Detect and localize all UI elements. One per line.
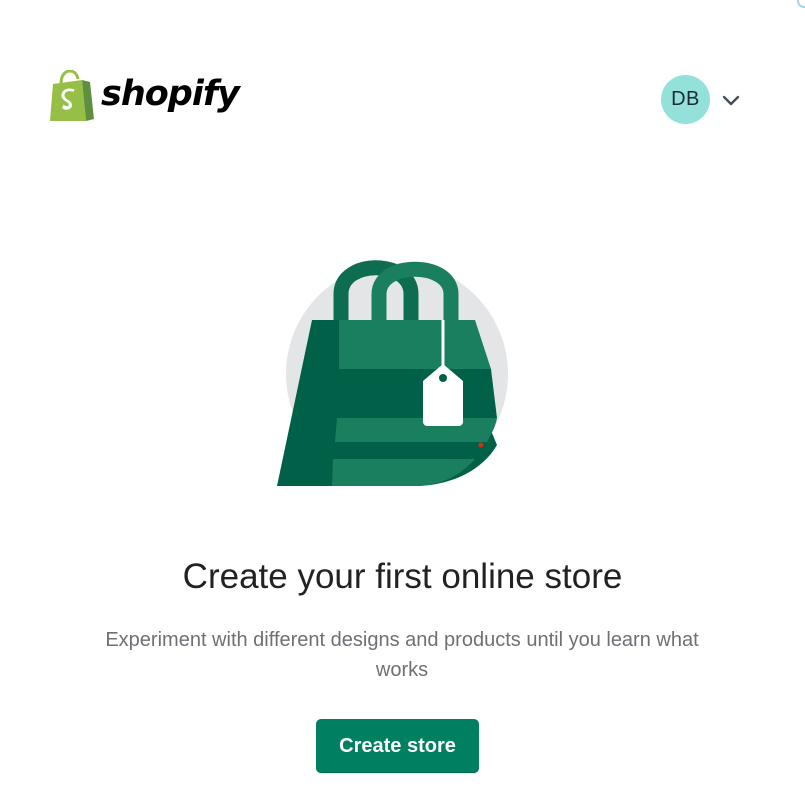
shopify-bag-icon <box>50 70 94 121</box>
avatar[interactable]: DB <box>661 75 710 124</box>
page-description: Experiment with different designs and pr… <box>105 629 699 681</box>
page-title: Create your first online store <box>182 557 623 596</box>
shopping-bag-with-tag-illustration <box>277 260 508 486</box>
create-store-button[interactable]: Create store <box>316 719 479 773</box>
shopify-logo[interactable]: shopify <box>49 70 240 122</box>
page: shopify DB Create your first online stor… <box>0 0 805 787</box>
chevron-down-icon[interactable] <box>720 89 742 111</box>
top-bar: shopify DB <box>0 0 805 140</box>
logo-wordmark: shopify <box>101 73 240 114</box>
account-menu[interactable]: DB <box>661 75 742 124</box>
